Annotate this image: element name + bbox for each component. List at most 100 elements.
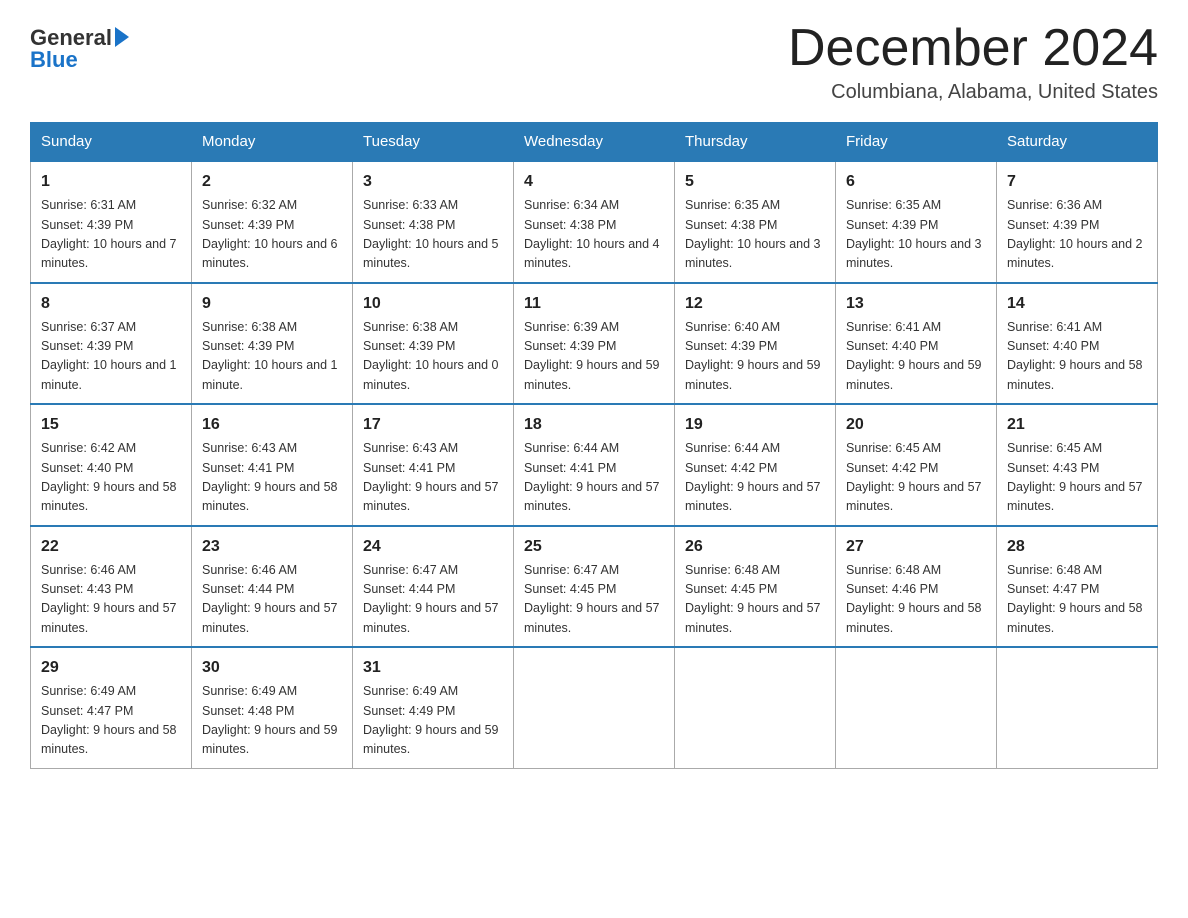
- day-number: 10: [363, 292, 503, 316]
- weekday-header-thursday: Thursday: [675, 123, 836, 162]
- day-info: Sunrise: 6:49 AMSunset: 4:47 PMDaylight:…: [41, 682, 181, 760]
- day-info: Sunrise: 6:32 AMSunset: 4:39 PMDaylight:…: [202, 196, 342, 274]
- day-number: 27: [846, 535, 986, 559]
- calendar-week-3: 15Sunrise: 6:42 AMSunset: 4:40 PMDayligh…: [31, 404, 1158, 526]
- day-info: Sunrise: 6:49 AMSunset: 4:48 PMDaylight:…: [202, 682, 342, 760]
- calendar-week-5: 29Sunrise: 6:49 AMSunset: 4:47 PMDayligh…: [31, 647, 1158, 768]
- day-info: Sunrise: 6:47 AMSunset: 4:45 PMDaylight:…: [524, 561, 664, 639]
- month-title: December 2024: [788, 20, 1158, 77]
- logo: General Blue: [30, 20, 129, 72]
- calendar-cell: 18Sunrise: 6:44 AMSunset: 4:41 PMDayligh…: [514, 404, 675, 526]
- calendar-cell: 17Sunrise: 6:43 AMSunset: 4:41 PMDayligh…: [353, 404, 514, 526]
- calendar-cell: 23Sunrise: 6:46 AMSunset: 4:44 PMDayligh…: [192, 526, 353, 648]
- location-subtitle: Columbiana, Alabama, United States: [788, 81, 1158, 104]
- calendar-table: SundayMondayTuesdayWednesdayThursdayFrid…: [30, 122, 1158, 769]
- calendar-cell: 19Sunrise: 6:44 AMSunset: 4:42 PMDayligh…: [675, 404, 836, 526]
- day-info: Sunrise: 6:45 AMSunset: 4:42 PMDaylight:…: [846, 439, 986, 517]
- calendar-week-2: 8Sunrise: 6:37 AMSunset: 4:39 PMDaylight…: [31, 283, 1158, 405]
- calendar-week-1: 1Sunrise: 6:31 AMSunset: 4:39 PMDaylight…: [31, 161, 1158, 283]
- day-number: 25: [524, 535, 664, 559]
- weekday-header-row: SundayMondayTuesdayWednesdayThursdayFrid…: [31, 123, 1158, 162]
- day-number: 12: [685, 292, 825, 316]
- day-number: 1: [41, 170, 181, 194]
- day-number: 13: [846, 292, 986, 316]
- day-number: 30: [202, 656, 342, 680]
- day-number: 18: [524, 413, 664, 437]
- day-number: 11: [524, 292, 664, 316]
- calendar-week-4: 22Sunrise: 6:46 AMSunset: 4:43 PMDayligh…: [31, 526, 1158, 648]
- day-number: 4: [524, 170, 664, 194]
- day-number: 14: [1007, 292, 1147, 316]
- calendar-cell: 13Sunrise: 6:41 AMSunset: 4:40 PMDayligh…: [836, 283, 997, 405]
- day-info: Sunrise: 6:41 AMSunset: 4:40 PMDaylight:…: [1007, 318, 1147, 396]
- calendar-cell: 10Sunrise: 6:38 AMSunset: 4:39 PMDayligh…: [353, 283, 514, 405]
- day-number: 23: [202, 535, 342, 559]
- day-info: Sunrise: 6:49 AMSunset: 4:49 PMDaylight:…: [363, 682, 503, 760]
- day-info: Sunrise: 6:33 AMSunset: 4:38 PMDaylight:…: [363, 196, 503, 274]
- day-info: Sunrise: 6:31 AMSunset: 4:39 PMDaylight:…: [41, 196, 181, 274]
- day-number: 29: [41, 656, 181, 680]
- weekday-header-wednesday: Wednesday: [514, 123, 675, 162]
- day-info: Sunrise: 6:35 AMSunset: 4:39 PMDaylight:…: [846, 196, 986, 274]
- day-info: Sunrise: 6:34 AMSunset: 4:38 PMDaylight:…: [524, 196, 664, 274]
- calendar-cell: [675, 647, 836, 768]
- day-number: 16: [202, 413, 342, 437]
- calendar-cell: 2Sunrise: 6:32 AMSunset: 4:39 PMDaylight…: [192, 161, 353, 283]
- day-info: Sunrise: 6:44 AMSunset: 4:42 PMDaylight:…: [685, 439, 825, 517]
- calendar-cell: 1Sunrise: 6:31 AMSunset: 4:39 PMDaylight…: [31, 161, 192, 283]
- weekday-header-monday: Monday: [192, 123, 353, 162]
- calendar-cell: 12Sunrise: 6:40 AMSunset: 4:39 PMDayligh…: [675, 283, 836, 405]
- calendar-cell: [836, 647, 997, 768]
- calendar-cell: 24Sunrise: 6:47 AMSunset: 4:44 PMDayligh…: [353, 526, 514, 648]
- calendar-cell: 6Sunrise: 6:35 AMSunset: 4:39 PMDaylight…: [836, 161, 997, 283]
- day-number: 22: [41, 535, 181, 559]
- day-number: 24: [363, 535, 503, 559]
- header: General Blue December 2024 Columbiana, A…: [30, 20, 1158, 104]
- day-info: Sunrise: 6:48 AMSunset: 4:47 PMDaylight:…: [1007, 561, 1147, 639]
- day-number: 6: [846, 170, 986, 194]
- day-number: 19: [685, 413, 825, 437]
- day-number: 15: [41, 413, 181, 437]
- calendar-cell: 31Sunrise: 6:49 AMSunset: 4:49 PMDayligh…: [353, 647, 514, 768]
- day-number: 20: [846, 413, 986, 437]
- day-info: Sunrise: 6:42 AMSunset: 4:40 PMDaylight:…: [41, 439, 181, 517]
- calendar-cell: 14Sunrise: 6:41 AMSunset: 4:40 PMDayligh…: [997, 283, 1158, 405]
- calendar-cell: 30Sunrise: 6:49 AMSunset: 4:48 PMDayligh…: [192, 647, 353, 768]
- day-info: Sunrise: 6:37 AMSunset: 4:39 PMDaylight:…: [41, 318, 181, 396]
- day-info: Sunrise: 6:43 AMSunset: 4:41 PMDaylight:…: [363, 439, 503, 517]
- calendar-cell: 20Sunrise: 6:45 AMSunset: 4:42 PMDayligh…: [836, 404, 997, 526]
- calendar-cell: 16Sunrise: 6:43 AMSunset: 4:41 PMDayligh…: [192, 404, 353, 526]
- day-number: 26: [685, 535, 825, 559]
- day-number: 31: [363, 656, 503, 680]
- day-number: 8: [41, 292, 181, 316]
- calendar-cell: 25Sunrise: 6:47 AMSunset: 4:45 PMDayligh…: [514, 526, 675, 648]
- calendar-cell: 3Sunrise: 6:33 AMSunset: 4:38 PMDaylight…: [353, 161, 514, 283]
- calendar-cell: 5Sunrise: 6:35 AMSunset: 4:38 PMDaylight…: [675, 161, 836, 283]
- day-info: Sunrise: 6:43 AMSunset: 4:41 PMDaylight:…: [202, 439, 342, 517]
- title-area: December 2024 Columbiana, Alabama, Unite…: [788, 20, 1158, 104]
- day-number: 9: [202, 292, 342, 316]
- calendar-cell: 26Sunrise: 6:48 AMSunset: 4:45 PMDayligh…: [675, 526, 836, 648]
- day-info: Sunrise: 6:44 AMSunset: 4:41 PMDaylight:…: [524, 439, 664, 517]
- weekday-header-friday: Friday: [836, 123, 997, 162]
- calendar-cell: 27Sunrise: 6:48 AMSunset: 4:46 PMDayligh…: [836, 526, 997, 648]
- day-info: Sunrise: 6:38 AMSunset: 4:39 PMDaylight:…: [363, 318, 503, 396]
- day-number: 17: [363, 413, 503, 437]
- day-info: Sunrise: 6:48 AMSunset: 4:45 PMDaylight:…: [685, 561, 825, 639]
- day-number: 5: [685, 170, 825, 194]
- weekday-header-tuesday: Tuesday: [353, 123, 514, 162]
- logo-arrow-icon: [115, 27, 129, 47]
- calendar-cell: 4Sunrise: 6:34 AMSunset: 4:38 PMDaylight…: [514, 161, 675, 283]
- day-info: Sunrise: 6:45 AMSunset: 4:43 PMDaylight:…: [1007, 439, 1147, 517]
- weekday-header-sunday: Sunday: [31, 123, 192, 162]
- day-info: Sunrise: 6:48 AMSunset: 4:46 PMDaylight:…: [846, 561, 986, 639]
- day-info: Sunrise: 6:36 AMSunset: 4:39 PMDaylight:…: [1007, 196, 1147, 274]
- calendar-cell: 22Sunrise: 6:46 AMSunset: 4:43 PMDayligh…: [31, 526, 192, 648]
- calendar-cell: 28Sunrise: 6:48 AMSunset: 4:47 PMDayligh…: [997, 526, 1158, 648]
- day-info: Sunrise: 6:38 AMSunset: 4:39 PMDaylight:…: [202, 318, 342, 396]
- calendar-cell: 8Sunrise: 6:37 AMSunset: 4:39 PMDaylight…: [31, 283, 192, 405]
- logo-blue: Blue: [30, 48, 78, 72]
- day-info: Sunrise: 6:41 AMSunset: 4:40 PMDaylight:…: [846, 318, 986, 396]
- weekday-header-saturday: Saturday: [997, 123, 1158, 162]
- day-info: Sunrise: 6:40 AMSunset: 4:39 PMDaylight:…: [685, 318, 825, 396]
